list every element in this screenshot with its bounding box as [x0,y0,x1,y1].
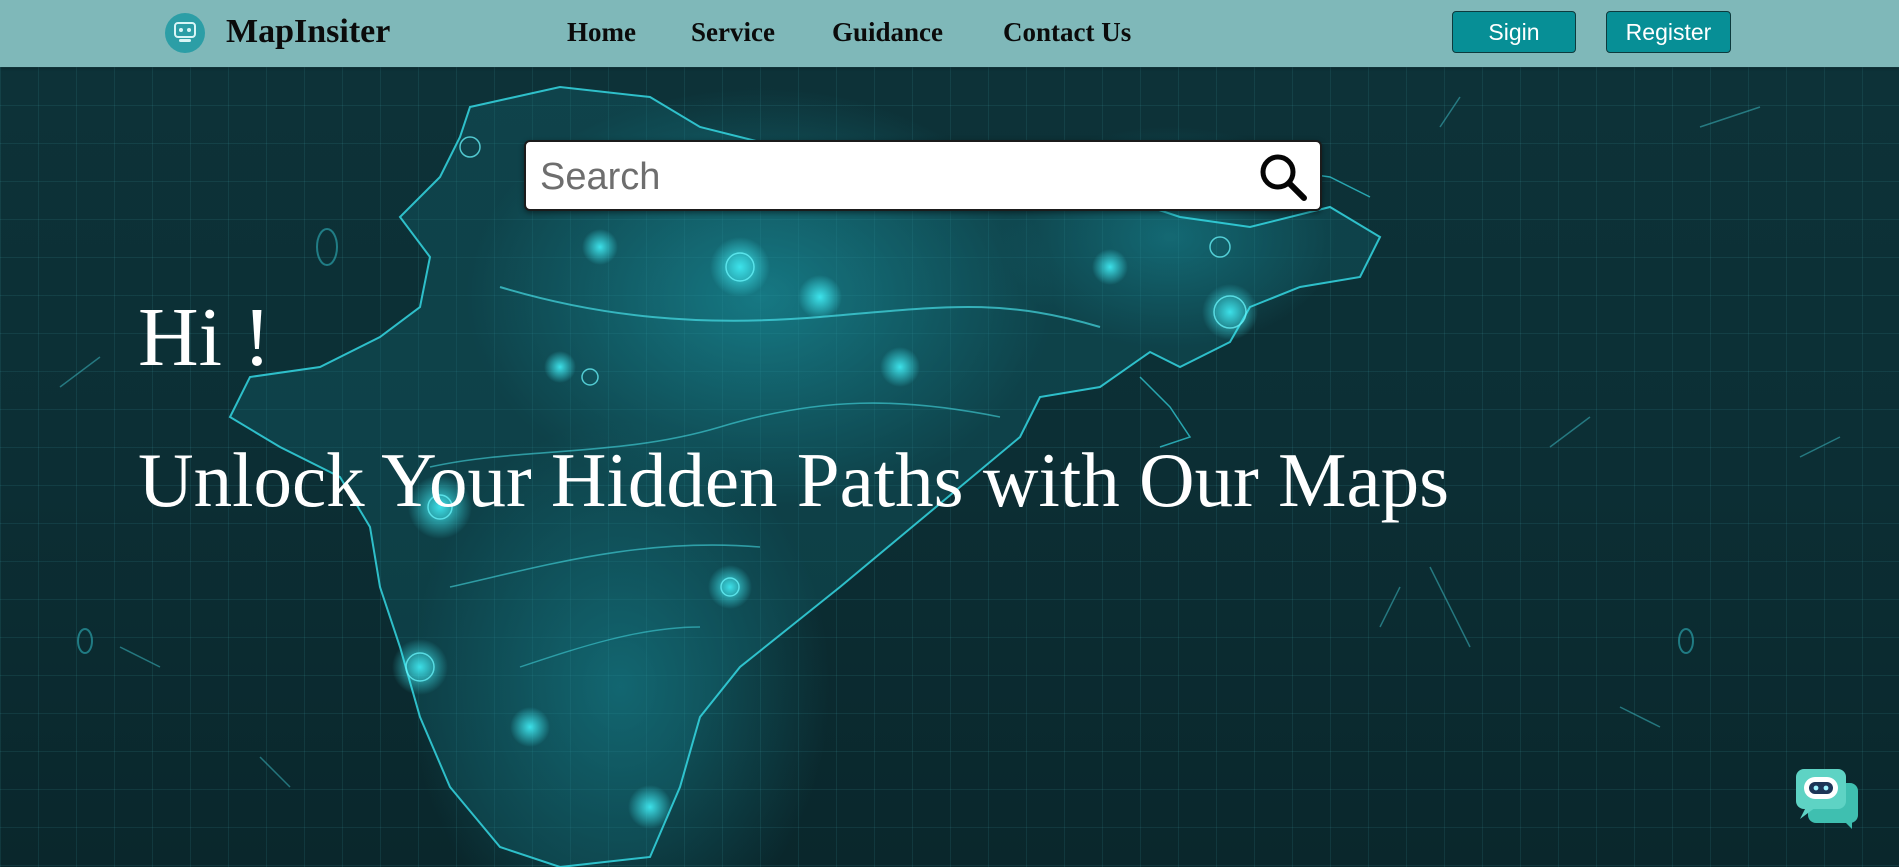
nav-link-guidance[interactable]: Guidance [832,14,943,50]
nav-link-contact-us[interactable]: Contact Us [1003,14,1131,50]
register-button[interactable]: Register [1606,11,1731,53]
robot-logo-icon [174,22,196,42]
nav-link-home[interactable]: Home [567,14,636,50]
hero-greeting: Hi ! [138,291,271,384]
hero-tagline: Unlock Your Hidden Paths with Our Maps [138,437,1450,523]
chatbot-icon[interactable] [1794,767,1860,829]
brand-logo-icon[interactable] [165,13,205,53]
brand-name[interactable]: MapInsiter [226,11,390,53]
hero-section: Hi ! Unlock Your Hidden Paths with Our M… [0,67,1899,867]
search-bar [524,140,1322,211]
nav-link-service[interactable]: Service [691,14,775,50]
search-input[interactable] [538,150,1242,204]
signin-button[interactable]: Sigin [1452,11,1576,53]
search-icon[interactable] [1257,151,1309,203]
top-navbar: MapInsiter Home Service Guidance Contact… [0,0,1899,67]
